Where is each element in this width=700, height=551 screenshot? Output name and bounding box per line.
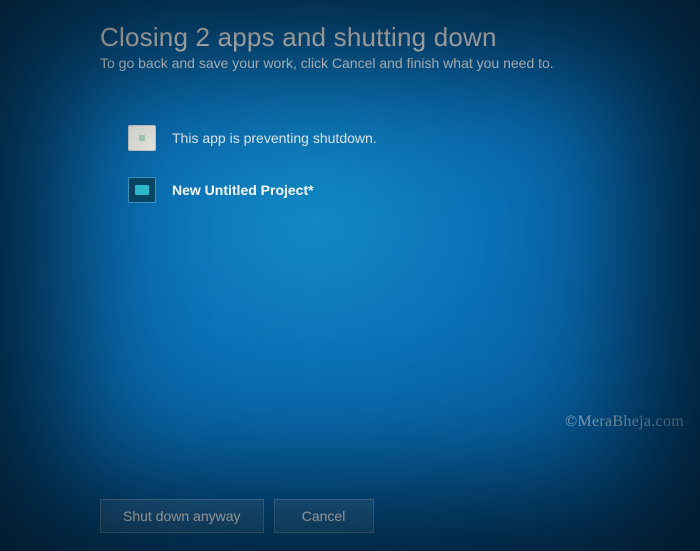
list-item: New Untitled Project* [128, 177, 660, 203]
shut-down-anyway-button[interactable]: Shut down anyway [100, 499, 264, 533]
action-buttons: Shut down anyway Cancel [100, 499, 374, 533]
blocking-apps-list: This app is preventing shutdown. New Unt… [128, 125, 660, 203]
app-status-label: This app is preventing shutdown. [172, 130, 377, 146]
list-item: This app is preventing shutdown. [128, 125, 660, 151]
page-title: Closing 2 apps and shutting down [100, 22, 660, 53]
page-subtitle: To go back and save your work, click Can… [100, 55, 660, 71]
watermark-text: ©MeraBheja.com [565, 413, 684, 431]
blank-app-icon [128, 125, 156, 151]
video-app-icon [128, 177, 156, 203]
app-name-label: New Untitled Project* [172, 182, 314, 198]
cancel-button[interactable]: Cancel [274, 499, 374, 533]
shutdown-screen: Closing 2 apps and shutting down To go b… [100, 22, 660, 229]
